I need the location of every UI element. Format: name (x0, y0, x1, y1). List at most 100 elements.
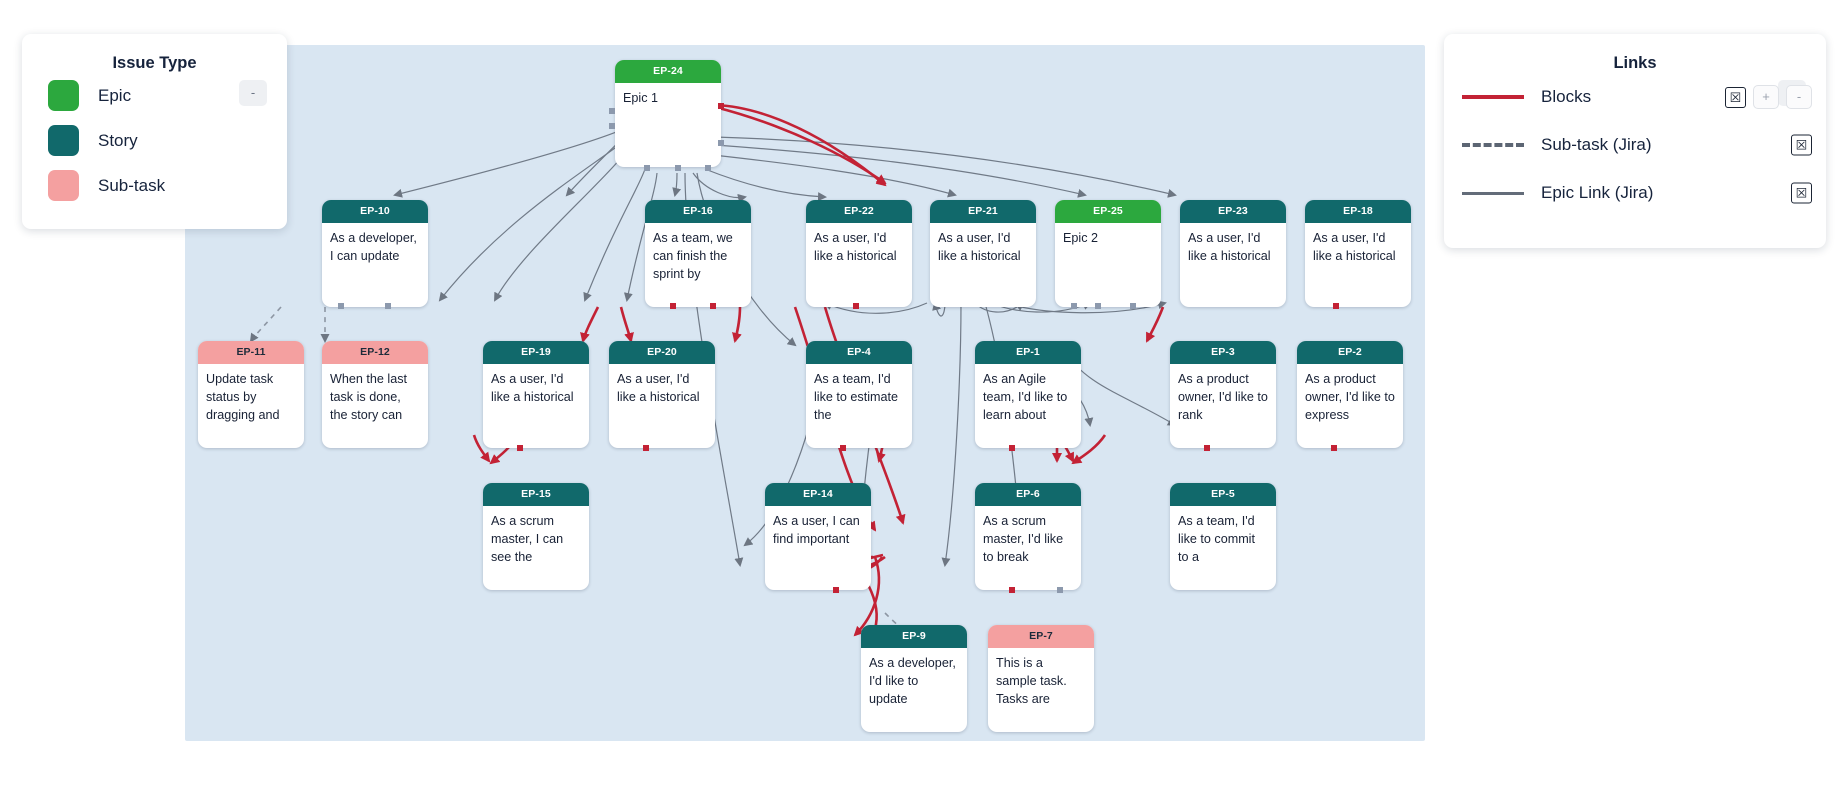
node-port[interactable] (1095, 303, 1101, 309)
node-summary: As a user, I'd like a historical (814, 231, 897, 263)
node-port-blocks[interactable] (1204, 445, 1210, 451)
legend-label: Story (98, 130, 138, 150)
graph-node-EP-7[interactable]: EP-7 This is a sample task. Tasks are (988, 625, 1094, 732)
link-row-actions: ☒ + - (1725, 85, 1812, 109)
blocks-hide-icon[interactable]: ☒ (1725, 86, 1746, 108)
blocks-expand-button[interactable]: + (1753, 85, 1779, 109)
node-port-blocks[interactable] (670, 303, 676, 309)
node-port[interactable] (1057, 587, 1063, 593)
node-key: EP-25 (1055, 200, 1161, 223)
node-port-blocks[interactable] (1009, 587, 1015, 593)
issue-type-legend-title: Issue Type (112, 54, 197, 72)
node-summary: As a user, I'd like a historical (491, 372, 574, 404)
node-summary: As a scrum master, I'd like to break (983, 514, 1064, 564)
graph-node-EP-9[interactable]: EP-9 As a developer, I'd like to update (861, 625, 967, 732)
node-port[interactable] (718, 140, 724, 146)
node-summary: Update task status by dragging and (206, 372, 280, 422)
node-port-blocks[interactable] (517, 445, 523, 451)
blocks-collapse-button[interactable]: - (1786, 85, 1812, 109)
link-row-actions: ☒ (1791, 182, 1812, 204)
node-summary: As a team, we can finish the sprint by (653, 231, 733, 281)
epic-link-hide-icon[interactable]: ☒ (1791, 182, 1812, 204)
node-summary: Epic 1 (623, 91, 659, 105)
node-summary: As a user, I'd like a historical (617, 372, 700, 404)
graph-node-EP-6[interactable]: EP-6 As a scrum master, I'd like to brea… (975, 483, 1081, 590)
node-port-blocks[interactable] (853, 303, 859, 309)
graph-node-EP-19[interactable]: EP-19 As a user, I'd like a historical (483, 341, 589, 448)
node-port[interactable] (385, 303, 391, 309)
node-key: EP-1 (975, 341, 1081, 364)
node-summary: Epic 2 (1063, 231, 1099, 245)
node-port[interactable] (644, 165, 650, 171)
node-port-blocks[interactable] (718, 103, 724, 109)
graph-node-EP-16[interactable]: EP-16 As a team, we can finish the sprin… (645, 200, 751, 307)
graph-node-EP-15[interactable]: EP-15 As a scrum master, I can see the (483, 483, 589, 590)
issue-graph-screen: EP-24 Epic 1 EP-10 As a developer, I can… (0, 0, 1840, 796)
node-port[interactable] (609, 123, 615, 129)
node-key: EP-6 (975, 483, 1081, 506)
node-key: EP-9 (861, 625, 967, 648)
legend-label: Epic (98, 85, 132, 105)
node-key: EP-20 (609, 341, 715, 364)
node-port[interactable] (338, 303, 344, 309)
node-key: EP-15 (483, 483, 589, 506)
story-color-swatch (48, 125, 79, 156)
node-port-blocks[interactable] (840, 445, 846, 451)
issue-type-collapse-button[interactable]: - (239, 80, 267, 106)
graph-node-EP-25[interactable]: EP-25 Epic 2 (1055, 200, 1161, 307)
node-port-blocks[interactable] (710, 303, 716, 309)
subtask-hide-icon[interactable]: ☒ (1791, 134, 1812, 156)
node-port[interactable] (675, 165, 681, 171)
node-summary: As a team, I'd like to estimate the (814, 372, 898, 422)
node-summary: As a product owner, I'd like to express (1305, 372, 1395, 422)
issue-type-legend-panel: Issue Type - Epic Story Sub-task (22, 34, 287, 229)
node-port-blocks[interactable] (1331, 445, 1337, 451)
node-summary: As an Agile team, I'd like to learn abou… (983, 372, 1068, 422)
node-port[interactable] (1071, 303, 1077, 309)
node-port-blocks[interactable] (833, 587, 839, 593)
graph-node-EP-14[interactable]: EP-14 As a user, I can find important (765, 483, 871, 590)
graph-node-EP-2[interactable]: EP-2 As a product owner, I'd like to exp… (1297, 341, 1403, 448)
graph-canvas[interactable]: EP-24 Epic 1 EP-10 As a developer, I can… (185, 45, 1425, 741)
node-key: EP-18 (1305, 200, 1411, 223)
link-legend-label: Epic Link (Jira) (1541, 183, 1654, 202)
blocks-line-icon (1462, 92, 1524, 102)
node-port-blocks[interactable] (1333, 303, 1339, 309)
node-summary: As a user, I can find important (773, 514, 860, 546)
graph-node-EP-10[interactable]: EP-10 As a developer, I can update (322, 200, 428, 307)
node-key: EP-12 (322, 341, 428, 364)
legend-item-story[interactable]: Story (22, 118, 287, 163)
graph-node-EP-24[interactable]: EP-24 Epic 1 (615, 60, 721, 167)
node-port[interactable] (705, 165, 711, 171)
node-port-blocks[interactable] (643, 445, 649, 451)
graph-node-EP-23[interactable]: EP-23 As a user, I'd like a historical (1180, 200, 1286, 307)
epic-color-swatch (48, 80, 79, 111)
node-key: EP-24 (615, 60, 721, 83)
graph-node-EP-12[interactable]: EP-12 When the last task is done, the st… (322, 341, 428, 448)
node-port[interactable] (609, 108, 615, 114)
link-legend-row-epic-link[interactable]: Epic Link (Jira) ☒ (1444, 169, 1826, 217)
node-key: EP-10 (322, 200, 428, 223)
graph-node-EP-1[interactable]: EP-1 As an Agile team, I'd like to learn… (975, 341, 1081, 448)
graph-node-EP-3[interactable]: EP-3 As a product owner, I'd like to ran… (1170, 341, 1276, 448)
graph-node-EP-5[interactable]: EP-5 As a team, I'd like to commit to a (1170, 483, 1276, 590)
graph-node-EP-21[interactable]: EP-21 As a user, I'd like a historical (930, 200, 1036, 307)
subtask-color-swatch (48, 170, 79, 201)
graph-node-EP-22[interactable]: EP-22 As a user, I'd like a historical (806, 200, 912, 307)
node-summary: As a user, I'd like a historical (1188, 231, 1271, 263)
link-legend-row-blocks[interactable]: Blocks ☒ + - (1444, 73, 1826, 121)
node-port[interactable] (1130, 303, 1136, 309)
graph-node-EP-11[interactable]: EP-11 Update task status by dragging and (198, 341, 304, 448)
graph-node-EP-20[interactable]: EP-20 As a user, I'd like a historical (609, 341, 715, 448)
link-legend-row-subtask[interactable]: Sub-task (Jira) ☒ (1444, 121, 1826, 169)
graph-node-EP-4[interactable]: EP-4 As a team, I'd like to estimate the (806, 341, 912, 448)
link-legend-label: Sub-task (Jira) (1541, 135, 1652, 154)
subtask-line-icon (1462, 140, 1524, 150)
legend-item-subtask[interactable]: Sub-task (22, 163, 287, 208)
node-summary: This is a sample task. Tasks are (996, 656, 1067, 706)
graph-node-EP-18[interactable]: EP-18 As a user, I'd like a historical (1305, 200, 1411, 307)
node-summary: When the last task is done, the story ca… (330, 372, 408, 422)
node-port-blocks[interactable] (1009, 445, 1015, 451)
node-key: EP-16 (645, 200, 751, 223)
legend-label: Sub-task (98, 175, 166, 195)
